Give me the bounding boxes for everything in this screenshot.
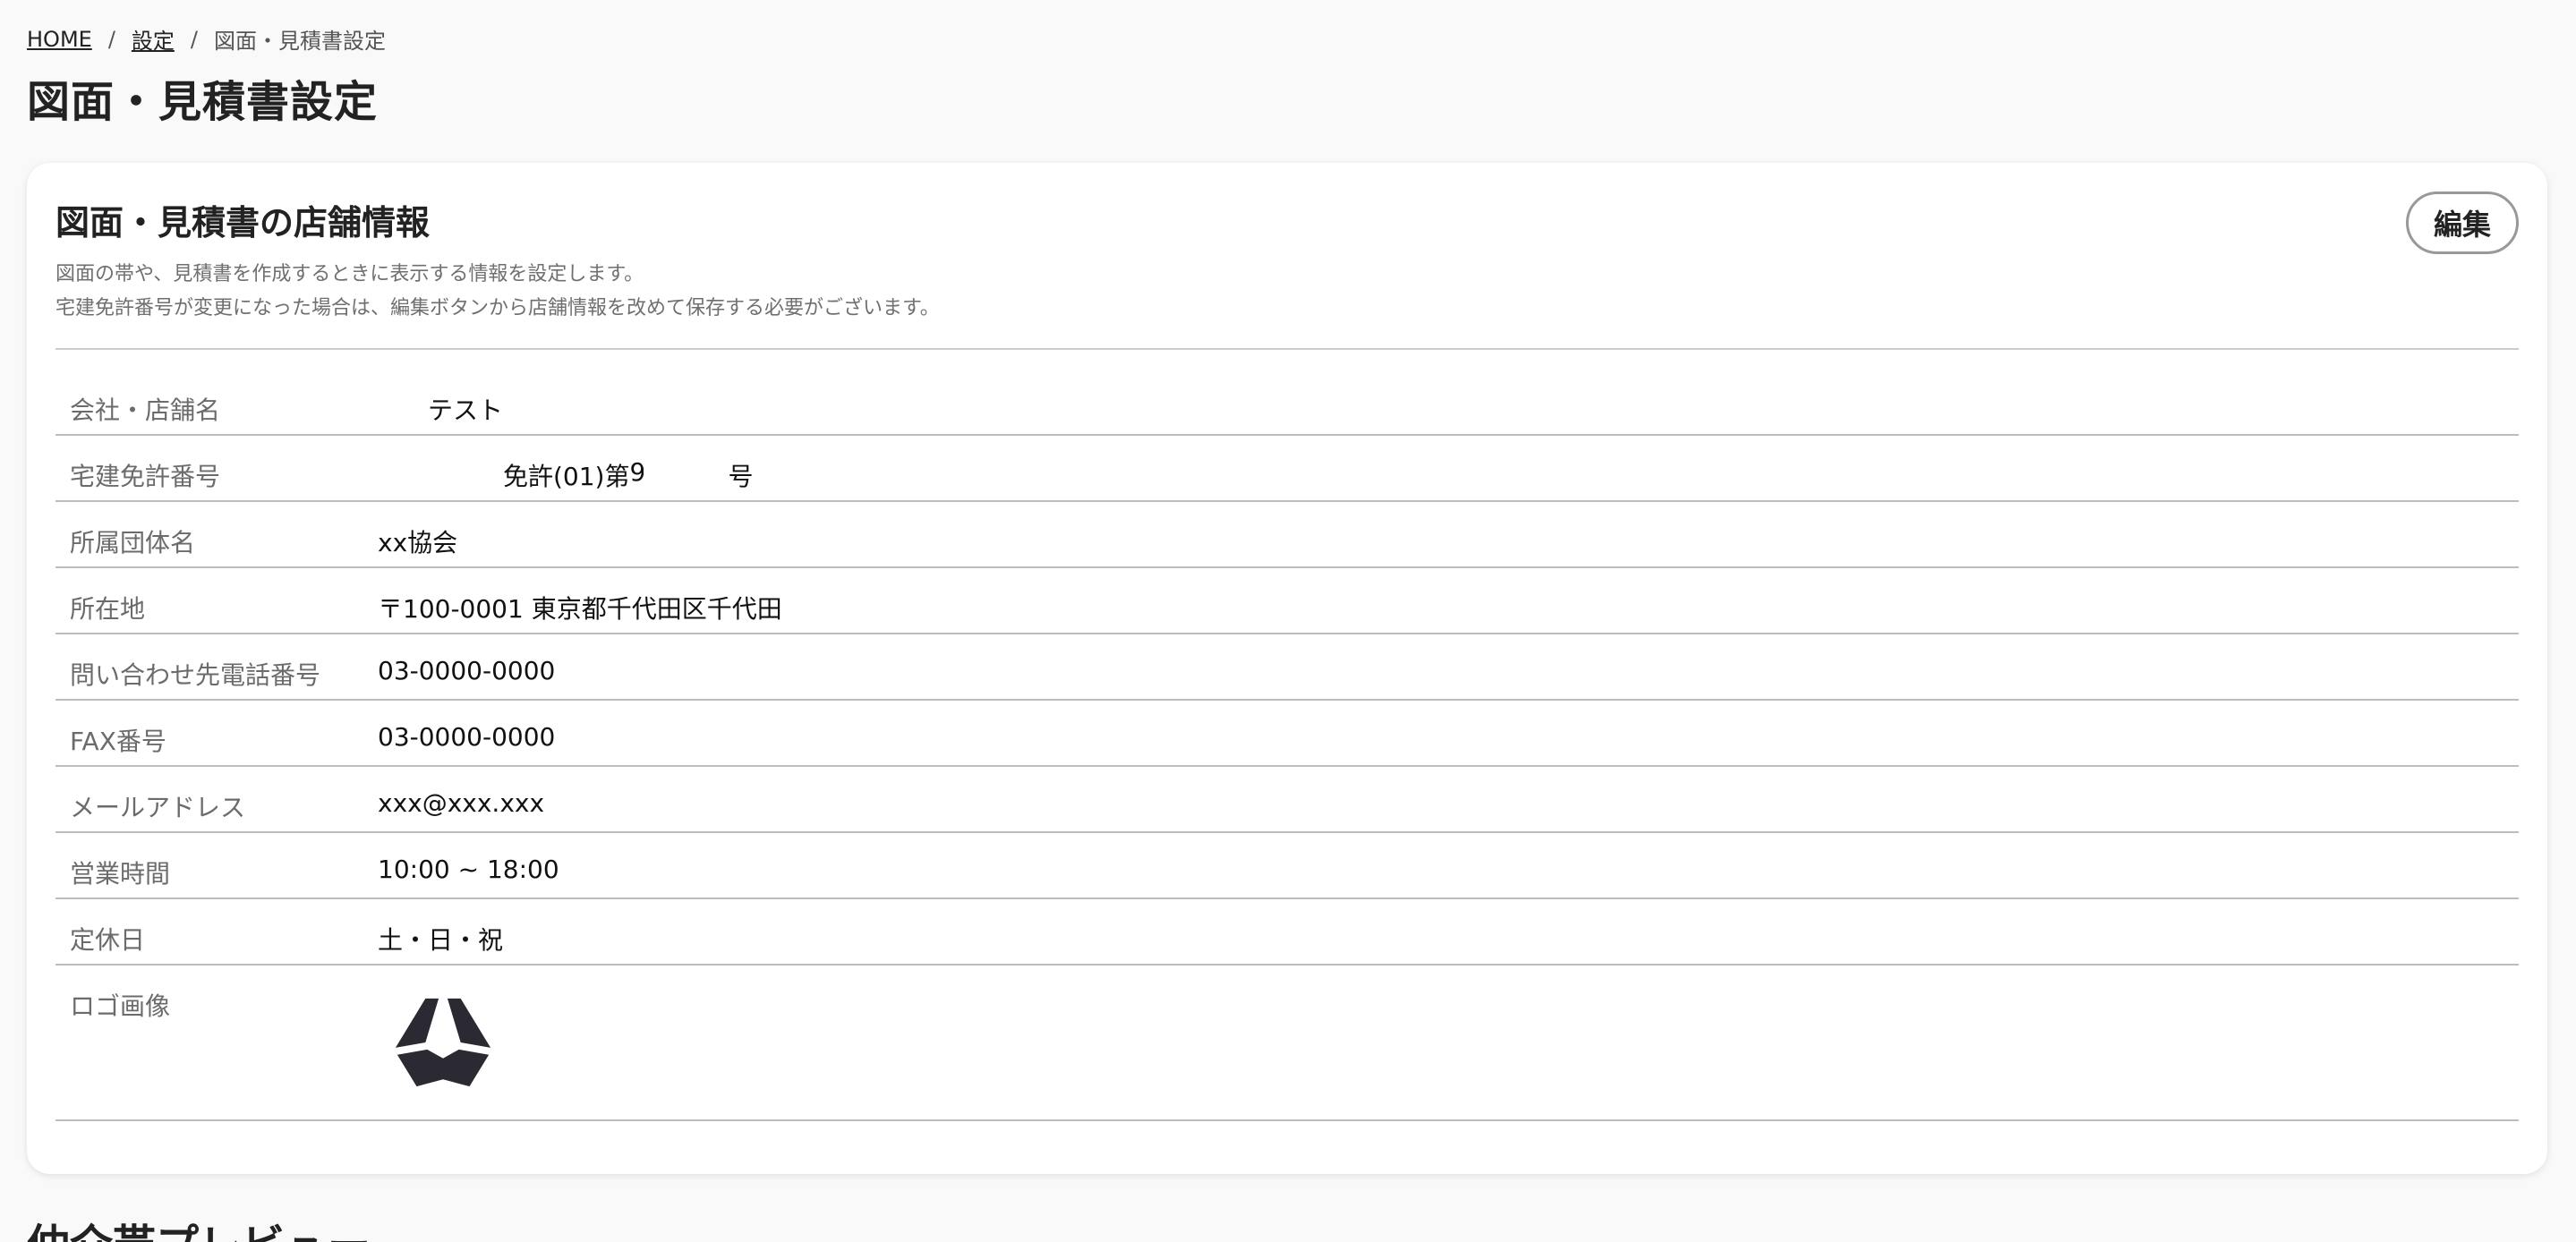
- page-title: 図面・見積書設定: [27, 77, 379, 127]
- row-label-company: 会社・店舗名: [70, 396, 221, 425]
- breadcrumb-home-link[interactable]: HOME: [27, 27, 92, 52]
- license-suffix: 号: [728, 462, 754, 491]
- row-label-license: 宅建免許番号: [70, 462, 221, 491]
- next-section-title: 仲介帯プレビュー: [27, 1210, 371, 1242]
- table-row: 所在地 〒100-0001 東京都千代田区千代田: [55, 568, 2519, 634]
- license-gap: [644, 457, 728, 493]
- description-line: 宅建免許番号が変更になった場合は、編集ボタンから店舗情報を改めて保存する必要がご…: [55, 297, 940, 319]
- table-row: 問い合わせ先電話番号 03-0000-0000: [55, 634, 2519, 701]
- table-row: 所属団体名 xx協会: [55, 502, 2519, 568]
- row-label-phone: 問い合わせ先電話番号: [70, 660, 321, 690]
- store-info-title: 図面・見積書の店舗情報: [55, 203, 431, 242]
- row-label-email: メールアドレス: [70, 793, 246, 822]
- row-label-address: 所在地: [70, 594, 146, 624]
- row-value-logo: [378, 987, 496, 1095]
- store-info-table: 会社・店舗名 テスト 宅建免許番号 免許(01)第 9 号 所属団体名 xx協会…: [55, 370, 2519, 1121]
- license-prefix: 免許(01)第: [503, 462, 630, 491]
- page: HOME / 設定 / 図面・見積書設定 図面・見積書設定 図面・見積書の店舗情…: [0, 0, 2576, 1242]
- row-label-holidays: 定休日: [70, 925, 146, 955]
- row-value-holidays: 土・日・祝: [378, 925, 504, 955]
- store-info-card: 図面・見積書の店舗情報 図面の帯や、見積書を作成するときに表示する情報を設定しま…: [27, 163, 2547, 1174]
- table-row: メールアドレス xxx@xxx.xxx: [55, 767, 2519, 833]
- breadcrumb-settings-link[interactable]: 設定: [132, 23, 175, 55]
- edit-button[interactable]: 編集: [2406, 191, 2519, 254]
- divider: [55, 348, 2519, 350]
- table-row: ロゴ画像: [55, 966, 2519, 1121]
- breadcrumb: HOME / 設定 / 図面・見積書設定: [27, 23, 386, 55]
- row-label-hours: 営業時間: [70, 859, 171, 889]
- row-value-hours: 10:00 ~ 18:00: [378, 855, 559, 884]
- table-row: 会社・店舗名 テスト: [55, 370, 2519, 436]
- row-label-logo: ロゴ画像: [70, 991, 171, 1021]
- row-value-address: 〒100-0001 東京都千代田区千代田: [378, 594, 782, 624]
- row-value-phone: 03-0000-0000: [378, 656, 556, 685]
- store-info-description: 図面の帯や、見積書を作成するときに表示する情報を設定します。 宅建免許番号が変更…: [55, 258, 940, 326]
- license-number: 9: [629, 457, 644, 487]
- row-value-association: xx協会: [378, 528, 458, 557]
- logo-image: [395, 998, 491, 1087]
- breadcrumb-current: 図面・見積書設定: [214, 29, 386, 54]
- table-row: FAX番号 03-0000-0000: [55, 701, 2519, 767]
- row-value-license: 免許(01)第 9 号: [378, 457, 754, 493]
- table-row: 定休日 土・日・祝: [55, 899, 2519, 966]
- breadcrumb-separator: /: [107, 26, 115, 52]
- row-value-company: テスト: [428, 396, 504, 425]
- description-line: 図面の帯や、見積書を作成するときに表示する情報を設定します。: [55, 263, 644, 285]
- row-label-association: 所属団体名: [70, 528, 196, 557]
- row-value-email: xxx@xxx.xxx: [378, 788, 545, 818]
- breadcrumb-separator: /: [190, 26, 198, 52]
- table-row: 宅建免許番号 免許(01)第 9 号: [55, 436, 2519, 502]
- row-label-fax: FAX番号: [70, 727, 166, 756]
- table-row: 営業時間 10:00 ~ 18:00: [55, 833, 2519, 899]
- row-value-fax: 03-0000-0000: [378, 722, 556, 752]
